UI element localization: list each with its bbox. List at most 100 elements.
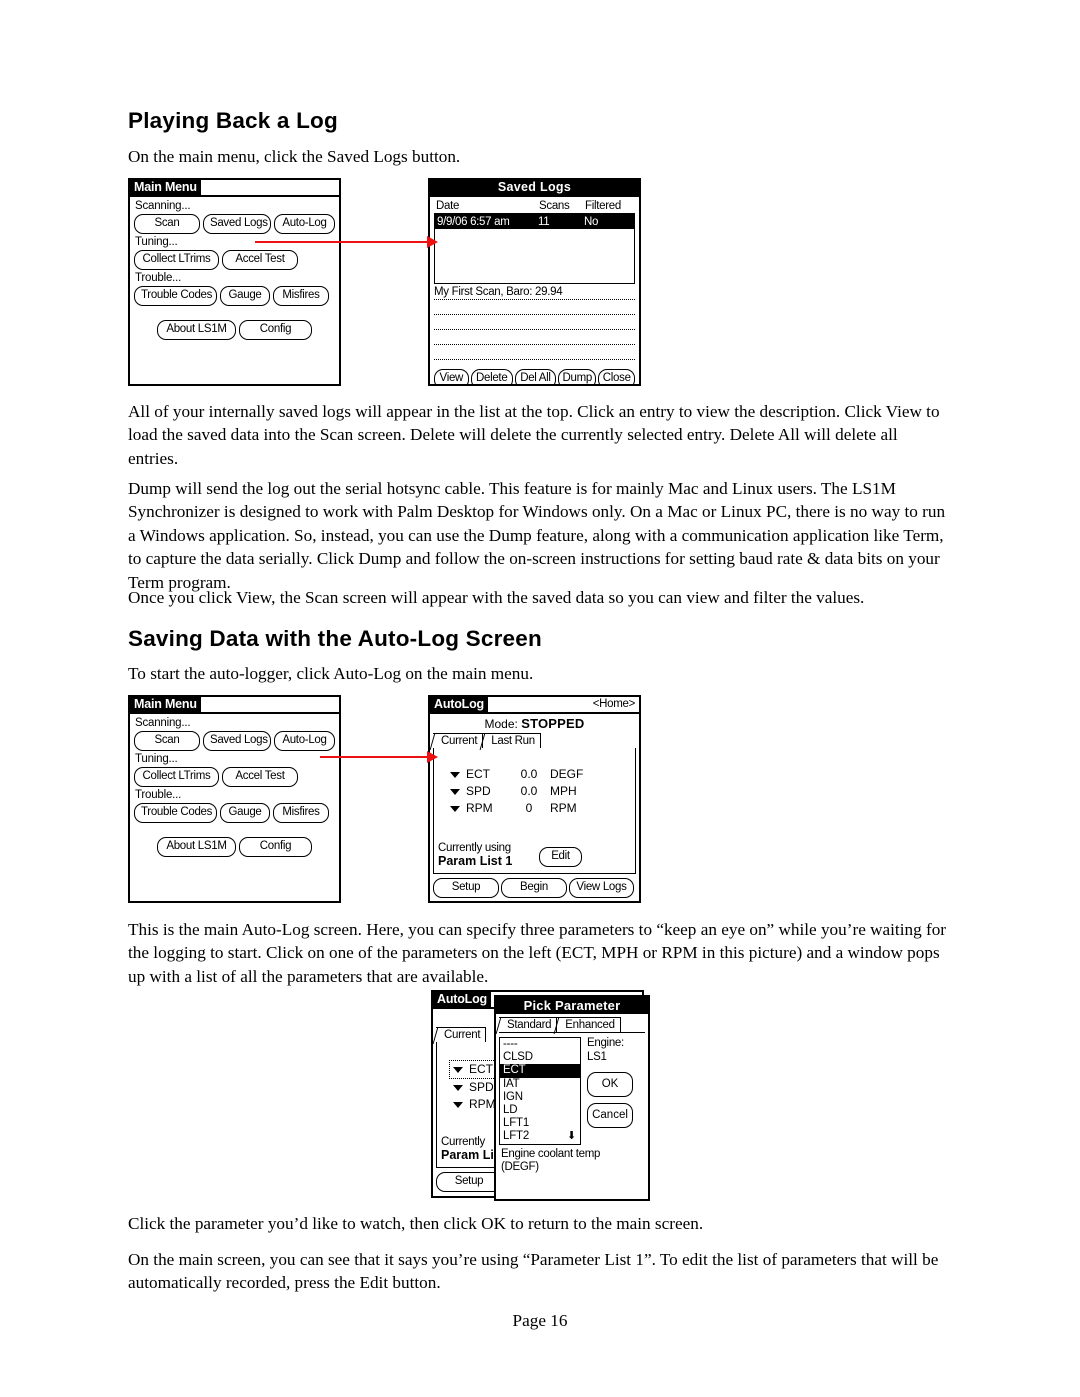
pick-parameter-tabs: Standard Enhanced <box>499 1016 645 1032</box>
edit-button[interactable]: Edit <box>539 847 582 867</box>
list-item-label: LFT2 <box>503 1130 530 1143</box>
tab-standard[interactable]: Standard <box>499 1017 558 1032</box>
paragraph-click-parameter: Click the parameter you’d like to watch,… <box>128 1214 704 1233</box>
about-ls1m-button-2[interactable]: About LS1M <box>157 837 236 857</box>
auto-log-button-2[interactable]: Auto-Log <box>273 731 335 751</box>
cell-date: 9/9/06 6:57 am <box>437 216 510 228</box>
tab-current[interactable]: Current <box>433 733 484 748</box>
auto-log-button[interactable]: Auto-Log <box>273 214 335 234</box>
misfires-button-2[interactable]: Misfires <box>273 803 329 823</box>
parameter-listbox[interactable]: ---- CLSD ECT IAT IGN LD LFT1 LFT2 ⬇ <box>499 1037 581 1145</box>
saved-logs-button-2[interactable]: Saved Logs <box>202 731 271 751</box>
pick-parameter-content: ---- CLSD ECT IAT IGN LD LFT1 LFT2 ⬇ Eng… <box>499 1032 645 1145</box>
config-button-2[interactable]: Config <box>239 837 312 857</box>
gauge-button[interactable]: Gauge <box>220 286 270 306</box>
del-all-button[interactable]: Del All <box>514 369 557 384</box>
tab-current-behind[interactable]: Current <box>436 1027 487 1042</box>
accel-test-button[interactable]: Accel Test <box>222 250 298 270</box>
paragraph-saved-logs-list: All of your internally saved logs will a… <box>128 402 940 468</box>
main-menu-title: Main Menu <box>130 180 201 195</box>
trouble-codes-button-2[interactable]: Trouble Codes <box>134 803 217 823</box>
parameter-description-line1: Engine coolant temp <box>501 1147 601 1160</box>
pick-parameter-right-pane: Engine: LS1 OK Cancel <box>587 1037 645 1145</box>
autolog-current-panel: ECT 0.0 DEGF SPD 0.0 MPH RPM 0 RPM Curre… <box>433 748 636 874</box>
mode-value: STOPPED <box>521 716 585 731</box>
home-link[interactable]: <Home> <box>593 697 636 712</box>
list-item[interactable]: LFT1 <box>500 1117 580 1130</box>
intro-text-playing-back: On the main menu, click the Saved Logs b… <box>128 147 461 166</box>
document-page: Playing Back a Log On the main menu, cli… <box>0 0 1080 1397</box>
page-title-saving-data-auto-log: Saving Data with the Auto-Log Screen <box>128 626 542 651</box>
chevron-down-icon <box>450 771 460 778</box>
param-row-rpm[interactable]: RPM 0 RPM <box>450 800 631 817</box>
begin-button[interactable]: Begin <box>501 878 567 898</box>
trouble-codes-button[interactable]: Trouble Codes <box>134 286 217 306</box>
misfires-button[interactable]: Misfires <box>273 286 329 306</box>
chevron-down-icon <box>453 1101 463 1108</box>
tab-last-run[interactable]: Last Run <box>483 733 541 748</box>
view-button[interactable]: View <box>434 369 469 384</box>
chevron-down-icon <box>453 1084 463 1091</box>
param-row-spd[interactable]: SPD 0.0 MPH <box>450 783 631 800</box>
list-item[interactable]: LFT2 ⬇ <box>500 1130 580 1143</box>
saved-logs-description: My First Scan, Baro: 29.94 <box>434 284 635 300</box>
delete-button[interactable]: Delete <box>470 369 513 384</box>
engine-value: LS1 <box>587 1050 607 1063</box>
scroll-down-arrow-icon[interactable]: ⬇ <box>567 1130 576 1143</box>
main-menu-titlebar-2: Main Menu <box>130 697 339 714</box>
config-button[interactable]: Config <box>239 320 312 340</box>
gauge-button-2[interactable]: Gauge <box>220 803 270 823</box>
list-item[interactable]: ---- <box>500 1038 580 1051</box>
tuning-button-row: Collect LTrims Accel Test <box>134 250 335 270</box>
close-button[interactable]: Close <box>598 369 635 384</box>
arrow-head-auto-log <box>427 751 438 763</box>
mode-label: Mode: <box>484 717 518 731</box>
pick-parameter-dialog: Pick Parameter Standard Enhanced ---- CL… <box>494 995 650 1201</box>
about-ls1m-button[interactable]: About LS1M <box>157 320 236 340</box>
tab-enhanced[interactable]: Enhanced <box>557 1017 621 1032</box>
list-item[interactable]: IAT <box>500 1078 580 1091</box>
table-row[interactable]: 9/9/06 6:57 am 11 No <box>435 215 634 229</box>
dump-button[interactable]: Dump <box>558 369 597 384</box>
saved-logs-listbox[interactable]: 9/9/06 6:57 am 11 No <box>434 214 635 284</box>
footer-button-row: About LS1M Config <box>134 320 335 340</box>
accel-test-button-2[interactable]: Accel Test <box>222 767 298 787</box>
param-name: RPM <box>466 801 493 815</box>
currently-using-block: Currently using Param List 1 <box>438 842 512 869</box>
footer-button-row-2: About LS1M Config <box>134 837 335 857</box>
setup-button-behind[interactable]: Setup <box>436 1172 502 1192</box>
param-row-ect[interactable]: ECT 0.0 DEGF <box>450 766 631 783</box>
list-item[interactable]: CLSD <box>500 1051 580 1064</box>
autolog-mode-row: Mode: STOPPED <box>433 716 636 732</box>
description-blank-line <box>434 315 635 330</box>
autolog-title: AutoLog <box>430 697 488 712</box>
autolog-button-row: Setup Begin View Logs <box>433 878 636 898</box>
list-item-selected[interactable]: ECT <box>500 1064 580 1078</box>
column-header-filtered: Filtered <box>585 200 621 212</box>
chevron-down-icon <box>450 805 460 812</box>
autolog-titlebar: AutoLog <Home> <box>430 697 639 714</box>
param-value: 0.0 <box>520 784 538 798</box>
param-unit: MPH <box>550 784 577 798</box>
group-label-scanning-2: Scanning... <box>135 717 191 729</box>
autolog-body: Mode: STOPPED Current Last Run ECT 0.0 D… <box>430 714 639 901</box>
list-item[interactable]: IGN <box>500 1091 580 1104</box>
saved-logs-titlebar: Saved Logs <box>430 180 639 197</box>
collect-ltrims-button-2[interactable]: Collect LTrims <box>134 767 219 787</box>
main-menu-body: Scanning... Scan Saved Logs Auto-Log Tun… <box>130 197 339 344</box>
collect-ltrims-button[interactable]: Collect LTrims <box>134 250 219 270</box>
cell-filtered: No <box>584 216 599 228</box>
param-value: 0 <box>525 801 533 815</box>
view-logs-button[interactable]: View Logs <box>569 878 634 898</box>
group-label-tuning-2: Tuning... <box>135 753 178 765</box>
cancel-button[interactable]: Cancel <box>587 1103 633 1128</box>
scan-button-2[interactable]: Scan <box>134 731 200 751</box>
autolog-behind-title: AutoLog <box>433 992 491 1007</box>
setup-button[interactable]: Setup <box>433 878 499 898</box>
group-label-trouble: Trouble... <box>135 272 182 284</box>
ok-button[interactable]: OK <box>587 1072 633 1097</box>
scan-button[interactable]: Scan <box>134 214 200 234</box>
saved-logs-button[interactable]: Saved Logs <box>202 214 271 234</box>
chevron-down-icon <box>453 1066 463 1073</box>
list-item[interactable]: LD <box>500 1104 580 1117</box>
